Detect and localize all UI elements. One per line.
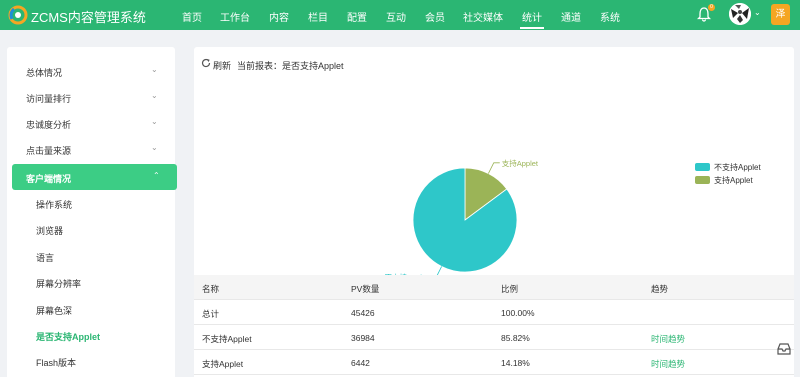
sidebar-subitem-language[interactable]: 语言 [7,244,175,268]
sidebar-subitem-label: 屏幕分辨率 [36,279,82,289]
data-table: 名称 PV数量 比例 趋势 总计 45426 100.00% 不支持Applet… [194,275,794,375]
nav-config[interactable]: 配置 [347,9,367,24]
chevron-down-icon: ⌄ [151,117,158,126]
table-cell: 100.00% [501,308,535,318]
chevron-down-icon: ⌄ [151,65,158,74]
sidebar-item-label: 点击量来源 [26,146,72,156]
top-nav-bar: ZCMS内容管理系统 首页 工作台 内容 栏目 配置 互动 会员 社交媒体 统计… [0,0,800,30]
sidebar-subitem-label: 浏览器 [36,226,64,236]
avatar-image [729,3,751,25]
nav-interaction[interactable]: 互动 [386,9,406,24]
column-header: 名称 [202,284,220,294]
nav-home[interactable]: 首页 [182,9,202,24]
user-name-chip[interactable]: 泽 [771,4,790,25]
sidebar-item-label: 访问量排行 [26,94,72,104]
table-cell: 不支持Applet [202,334,252,344]
sidebar-subitem-resolution[interactable]: 屏幕分辨率 [7,270,175,294]
sidebar: 总体情况 ⌄ 访问量排行 ⌄ 忠诚度分析 ⌄ 点击量来源 ⌄ 客户端情况 ⌃ 操… [7,47,177,377]
table-row: 支持Applet 6442 14.18% 时间趋势 [194,350,794,375]
chevron-down-icon: ⌄ [151,91,158,100]
chevron-down-icon: ⌄ [151,143,158,152]
table-cell: 14.18% [501,358,530,368]
legend-label: 支持Applet [714,176,753,185]
table-cell: 6442 [351,358,370,368]
nav-content[interactable]: 内容 [269,9,289,24]
sidebar-subitem-flash[interactable]: Flash版本 [7,349,175,373]
sidebar-subitem-applet[interactable]: 是否支持Applet [7,323,175,347]
chevron-down-icon[interactable]: ⌄ [754,8,761,17]
legend-swatch [695,163,710,171]
table-row: 总计 45426 100.00% [194,300,794,325]
slice-leader-line [488,162,500,174]
nav-member[interactable]: 会员 [425,9,445,24]
nav-catalog[interactable]: 栏目 [308,9,328,24]
nav-active-indicator [520,27,544,29]
column-header: PV数量 [351,284,380,294]
pie-chart: 支持Applet不支持Applet [384,158,539,282]
table-header-row: 名称 PV数量 比例 趋势 [194,275,794,300]
sidebar-item-label: 总体情况 [26,68,63,78]
nav-statistics[interactable]: 统计 [522,9,542,24]
sidebar-subitem-os[interactable]: 操作系统 [7,191,175,215]
legend-label: 不支持Applet [714,163,761,172]
slice-label: 支持Applet [502,158,539,168]
column-header: 趋势 [651,284,669,294]
nav-workbench[interactable]: 工作台 [220,9,250,24]
sidebar-item-visit-ranking[interactable]: 访问量排行 ⌄ [7,85,175,109]
sidebar-subitem-label: Flash版本 [36,358,77,368]
table-row: 不支持Applet 36984 85.82% 时间趋势 [194,325,794,350]
sidebar-subitem-browser[interactable]: 浏览器 [7,217,175,241]
refresh-icon[interactable] [201,58,211,68]
sidebar-item-overview[interactable]: 总体情况 ⌄ [7,59,175,83]
table-cell: 总计 [202,309,220,319]
logo-icon [8,5,28,25]
table-cell: 支持Applet [202,359,244,369]
trend-link[interactable]: 时间趋势 [651,333,685,345]
inbox-icon[interactable] [777,343,791,355]
sidebar-item-label: 客户端情况 [26,174,72,184]
sidebar-subitem-label: 操作系统 [36,200,73,210]
sidebar-item-label: 忠诚度分析 [26,120,72,130]
table-cell: 45426 [351,308,375,318]
refresh-button[interactable]: 刷新 [213,59,231,72]
sidebar-item-client[interactable]: 客户端情况 ⌃ [12,164,177,190]
chevron-up-icon: ⌃ [153,171,160,180]
column-header: 比例 [501,284,519,294]
table-cell: 36984 [351,333,375,343]
sidebar-subitem-label: 语言 [36,253,55,263]
app-title: ZCMS内容管理系统 [31,10,146,25]
trend-link[interactable]: 时间趋势 [651,358,685,370]
sidebar-subitem-label: 是否支持Applet [36,332,100,342]
sidebar-item-loyalty[interactable]: 忠诚度分析 ⌄ [7,111,175,135]
nav-social-media[interactable]: 社交媒体 [463,9,503,24]
main-panel: 刷新 当前报表：是否支持Applet 支持Applet不支持Applet 不支持… [194,47,794,377]
avatar[interactable] [729,3,751,25]
sidebar-subitem-color-depth[interactable]: 屏幕色深 [7,297,175,321]
notification-badge: 0 [708,4,715,11]
nav-channel[interactable]: 通道 [561,9,581,24]
legend-swatch [695,176,710,184]
sidebar-subitem-label: 屏幕色深 [36,306,73,316]
current-report-label: 当前报表：是否支持Applet [237,61,344,71]
table-cell: 85.82% [501,333,530,343]
nav-system[interactable]: 系统 [600,9,620,24]
sidebar-item-click-source[interactable]: 点击量来源 ⌄ [7,137,175,161]
